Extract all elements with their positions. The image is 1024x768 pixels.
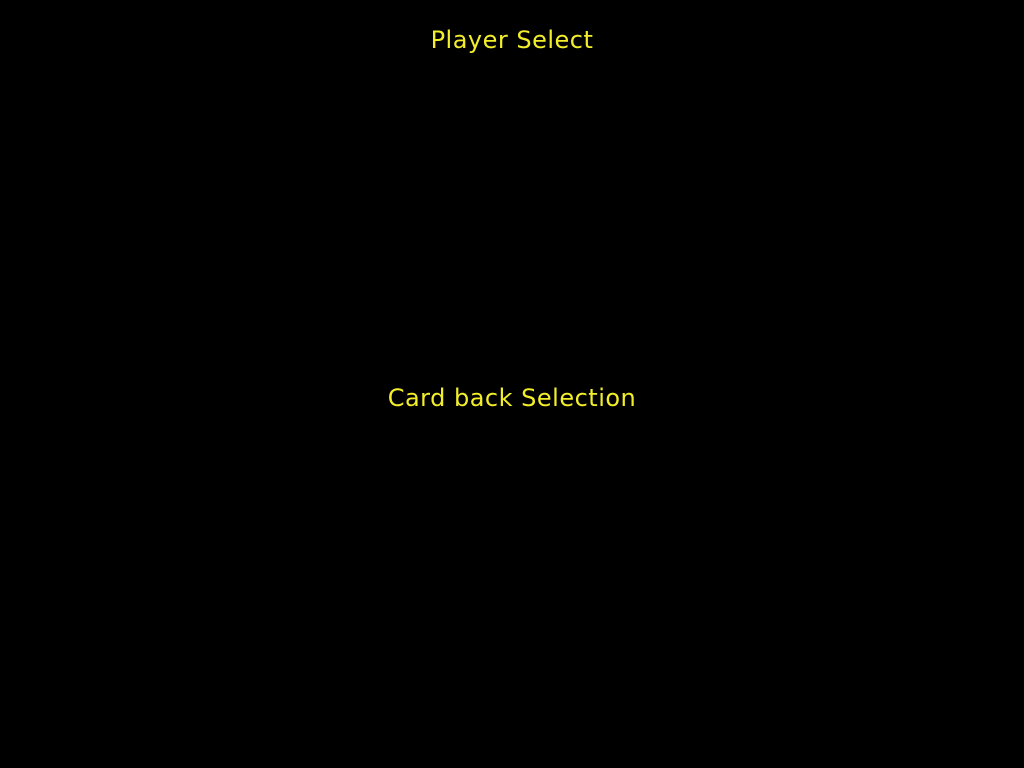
game-setup-screen: Player Select Card back Selection bbox=[0, 0, 1024, 768]
player-select-area bbox=[0, 70, 1024, 370]
card-back-selection-heading: Card back Selection bbox=[387, 384, 637, 412]
card-back-selection-area bbox=[0, 430, 1024, 750]
player-select-heading: Player Select bbox=[430, 26, 594, 54]
